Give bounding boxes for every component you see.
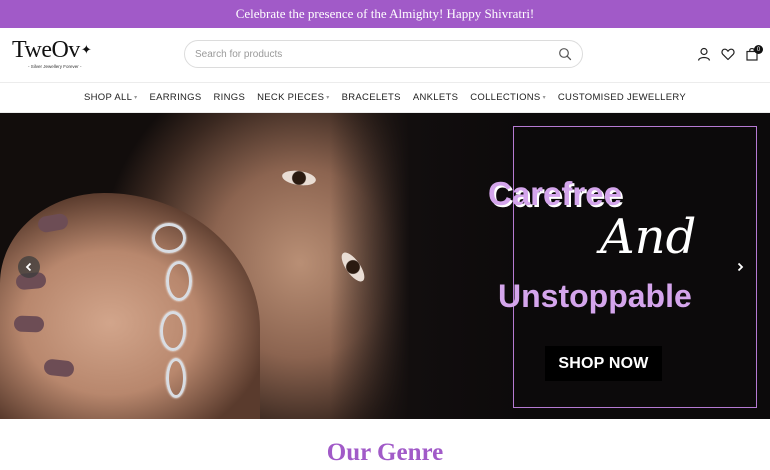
- hero-heading-line2: And: [600, 209, 697, 265]
- logo-tagline: - Silver Jewellery Forever -: [28, 64, 82, 69]
- logo[interactable]: TweOv ✦ - Silver Jewellery Forever -: [12, 38, 104, 72]
- chevron-down-icon: ▾: [326, 95, 330, 101]
- nav-item-label: RINGS: [213, 92, 246, 103]
- logo-name: TweOv: [12, 37, 80, 63]
- site-header: TweOv✦ - Silver Jewellery Forever - 0: [0, 28, 770, 82]
- search-icon[interactable]: [558, 47, 572, 61]
- cart-count-badge: 0: [754, 45, 763, 54]
- heart-icon[interactable]: [721, 47, 735, 61]
- nav-item-label: ANKLETS: [412, 92, 459, 103]
- nav-item-label: BRACELETS: [341, 92, 401, 103]
- hero-heading-line3: Unstoppable: [498, 278, 692, 314]
- nav-item-label: NECK PIECES: [257, 92, 325, 103]
- chevron-down-icon: ▾: [542, 95, 546, 101]
- section-title: Our Genre: [326, 439, 444, 466]
- nav-item-bracelets[interactable]: BRACELETS: [336, 92, 407, 103]
- ring-2: [166, 261, 192, 301]
- hero-banner: Carefree And Unstoppable SHOP NOW: [0, 113, 770, 419]
- nav-item-label: EARRINGS: [149, 92, 202, 103]
- ring-1: [152, 223, 186, 253]
- announcement-bar: Celebrate the presence of the Almighty! …: [0, 0, 770, 28]
- nav-item-shop-all[interactable]: SHOP ALL ▾: [78, 92, 143, 103]
- genre-section: Our Genre: [0, 419, 770, 470]
- nav-item-rings[interactable]: RINGS: [208, 92, 252, 103]
- nav-item-anklets[interactable]: ANKLETS: [407, 92, 464, 103]
- nav-item-earrings[interactable]: EARRINGS: [143, 92, 207, 103]
- shop-now-button[interactable]: SHOP NOW: [545, 346, 662, 381]
- search-bar: [184, 40, 583, 68]
- user-icon[interactable]: [697, 47, 711, 61]
- chevron-down-icon: ▾: [134, 95, 138, 101]
- chevron-right-icon[interactable]: [729, 256, 751, 278]
- nav-item-label: COLLECTIONS: [470, 92, 541, 103]
- nav-item-customised-jewellery[interactable]: CUSTOMISED JEWELLERY: [552, 92, 692, 103]
- search-input[interactable]: [195, 48, 558, 60]
- nav-item-collections[interactable]: COLLECTIONS ▾: [464, 92, 552, 103]
- sparkle-icon: ✦: [80, 42, 92, 57]
- ring-3: [160, 311, 186, 351]
- nav-item-label: SHOP ALL: [84, 92, 133, 103]
- hero-heading-line1: Carefree: [488, 175, 622, 212]
- main-nav: SHOP ALL ▾ EARRINGS RINGS NECK PIECES ▾ BRACEL…: [0, 82, 770, 113]
- nav-item-neck-pieces[interactable]: NECK PIECES ▾: [251, 92, 336, 103]
- nav-item-label: CUSTOMISED JEWELLERY: [557, 92, 686, 103]
- ring-4: [166, 358, 186, 398]
- announcement-text: Celebrate the presence of the Almighty! …: [235, 6, 535, 21]
- chevron-left-icon[interactable]: [18, 256, 40, 278]
